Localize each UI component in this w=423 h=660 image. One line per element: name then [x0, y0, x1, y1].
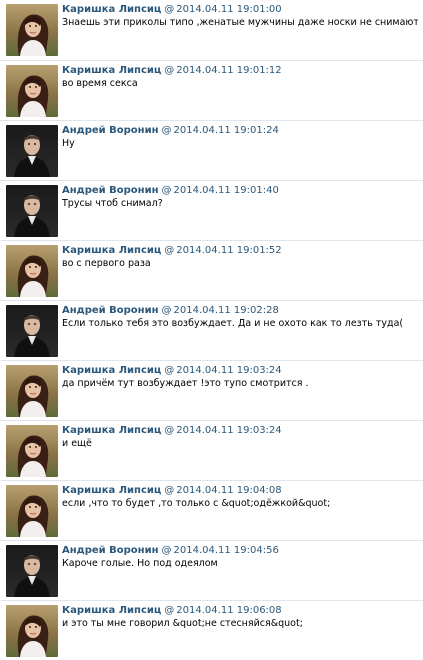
author-link[interactable]: Каришка Липсиц — [62, 365, 161, 376]
message-timestamp: 2014.04.11 19:01:52 — [176, 245, 282, 256]
message-timestamp: 2014.04.11 19:06:08 — [176, 605, 282, 616]
message-text: Знаешь эти приколы типо ,женатые мужчины… — [62, 17, 418, 28]
message-text: Кароче голые. Но под одеялом — [62, 558, 218, 569]
message-row: Андрей Воронин @2014.04.11 19:01:40 Трусы … — [0, 180, 423, 240]
message-header: Андрей Воронин @2014.04.11 19:01:24 — [62, 124, 279, 137]
message-timestamp: 2014.04.11 19:04:08 — [176, 485, 282, 496]
female-portrait-icon[interactable] — [6, 4, 58, 56]
author-link[interactable]: Андрей Воронин — [62, 125, 159, 136]
message-header: Каришка Липсиц @2014.04.11 19:03:24 — [62, 424, 282, 437]
at-sign: @ — [164, 485, 175, 496]
male-portrait-icon[interactable] — [6, 185, 58, 237]
message-text: и ещё — [62, 438, 92, 449]
at-sign: @ — [161, 125, 172, 136]
message-timestamp: 2014.04.11 19:01:12 — [176, 65, 282, 76]
female-portrait-icon[interactable] — [6, 425, 58, 477]
author-link[interactable]: Каришка Липсиц — [62, 425, 161, 436]
author-link[interactable]: Каришка Липсиц — [62, 605, 161, 616]
author-link[interactable]: Каришка Липсиц — [62, 245, 161, 256]
message-header: Каришка Липсиц @2014.04.11 19:06:08 — [62, 604, 282, 617]
message-text: и это ты мне говорил &quot;не стесняйся&… — [62, 618, 303, 629]
message-header: Андрей Воронин @2014.04.11 19:04:56 — [62, 544, 279, 557]
message-header: Каришка Липсиц @2014.04.11 19:01:52 — [62, 244, 282, 257]
message-header: Каришка Липсиц @2014.04.11 19:01:00 — [62, 3, 282, 16]
message-text: Трусы чтоб снимал? — [62, 198, 163, 209]
author-link[interactable]: Андрей Воронин — [62, 305, 159, 316]
at-sign: @ — [164, 365, 175, 376]
message-text: да причём тут возбуждает !это тупо смотр… — [62, 378, 309, 389]
message-row: Андрей Воронин @2014.04.11 19:02:28 Если т… — [0, 300, 423, 360]
author-link[interactable]: Каришка Липсиц — [62, 485, 161, 496]
message-header: Каришка Липсиц @2014.04.11 19:01:12 — [62, 64, 282, 77]
female-portrait-icon[interactable] — [6, 65, 58, 117]
message-row: Каришка Липсиц @2014.04.11 19:03:24 да при… — [0, 360, 423, 420]
author-link[interactable]: Каришка Липсиц — [62, 4, 161, 15]
message-row: Андрей Воронин @2014.04.11 19:04:56 Кароче… — [0, 540, 423, 600]
male-portrait-icon[interactable] — [6, 545, 58, 597]
message-text: Ну — [62, 138, 75, 149]
at-sign: @ — [164, 4, 175, 15]
at-sign: @ — [164, 245, 175, 256]
message-text: во время секса — [62, 78, 138, 89]
author-link[interactable]: Андрей Воронин — [62, 185, 159, 196]
message-timestamp: 2014.04.11 19:03:24 — [176, 425, 282, 436]
female-portrait-icon[interactable] — [6, 365, 58, 417]
message-text: Если только тебя это возбуждает. Да и не… — [62, 318, 404, 329]
at-sign: @ — [161, 305, 172, 316]
message-timestamp: 2014.04.11 19:04:56 — [173, 545, 279, 556]
message-timestamp: 2014.04.11 19:01:00 — [176, 4, 282, 15]
message-row: Каришка Липсиц @2014.04.11 19:03:24 и ещё — [0, 420, 423, 480]
message-row: Каришка Липсиц @2014.04.11 19:01:12 во вре… — [0, 60, 423, 120]
message-header: Каришка Липсиц @2014.04.11 19:04:08 — [62, 484, 282, 497]
at-sign: @ — [161, 185, 172, 196]
female-portrait-icon[interactable] — [6, 245, 58, 297]
message-header: Андрей Воронин @2014.04.11 19:02:28 — [62, 304, 279, 317]
message-timestamp: 2014.04.11 19:02:28 — [173, 305, 279, 316]
author-link[interactable]: Андрей Воронин — [62, 545, 159, 556]
female-portrait-icon[interactable] — [6, 485, 58, 537]
message-row: Каришка Липсиц @2014.04.11 19:04:08 если ,… — [0, 480, 423, 540]
message-text: если ,что то будет ,то только с &quot;од… — [62, 498, 331, 509]
message-row: Каришка Липсиц @2014.04.11 19:01:52 во с п… — [0, 240, 423, 300]
male-portrait-icon[interactable] — [6, 125, 58, 177]
message-row: Каришка Липсиц @2014.04.11 19:01:00 Знаешь… — [0, 0, 423, 60]
at-sign: @ — [164, 65, 175, 76]
message-row: Каришка Липсиц @2014.04.11 19:06:08 и это … — [0, 600, 423, 660]
at-sign: @ — [164, 425, 175, 436]
message-timestamp: 2014.04.11 19:01:40 — [173, 185, 279, 196]
author-link[interactable]: Каришка Липсиц — [62, 65, 161, 76]
message-timestamp: 2014.04.11 19:01:24 — [173, 125, 279, 136]
message-feed: Каришка Липсиц @2014.04.11 19:01:00 Знаешь… — [0, 0, 423, 660]
at-sign: @ — [161, 545, 172, 556]
message-header: Каришка Липсиц @2014.04.11 19:03:24 — [62, 364, 282, 377]
message-text: во с первого раза — [62, 258, 151, 269]
at-sign: @ — [164, 605, 175, 616]
message-header: Андрей Воронин @2014.04.11 19:01:40 — [62, 184, 279, 197]
female-portrait-icon[interactable] — [6, 605, 58, 657]
message-timestamp: 2014.04.11 19:03:24 — [176, 365, 282, 376]
message-row: Андрей Воронин @2014.04.11 19:01:24 Ну — [0, 120, 423, 180]
male-portrait-icon[interactable] — [6, 305, 58, 357]
